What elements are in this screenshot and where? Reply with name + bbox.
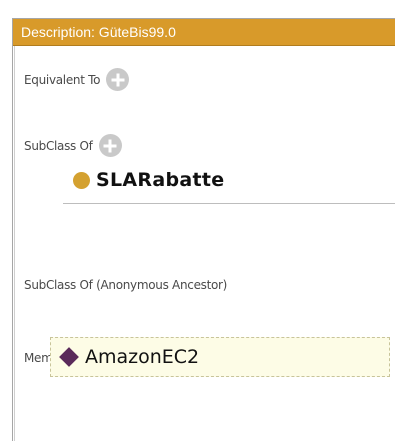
- individual-diamond-icon: [59, 347, 79, 367]
- subclass-of-section: SubClass Of: [24, 134, 122, 157]
- class-circle-icon: [73, 171, 90, 189]
- panel-body: Equivalent To SubClass Of SLARabatte Sub…: [14, 46, 395, 441]
- superclass-item[interactable]: SLARabatte: [73, 169, 224, 191]
- separator: [63, 203, 395, 204]
- anonymous-ancestor-label: SubClass Of (Anonymous Ancestor): [24, 278, 228, 292]
- subclass-of-label: SubClass Of: [24, 138, 93, 153]
- add-superclass-button[interactable]: [98, 134, 122, 157]
- panel-title: Description: GüteBis99.0: [13, 19, 395, 46]
- description-panel: Description: GüteBis99.0 Equivalent To S…: [12, 18, 395, 441]
- equivalent-to-section: Equivalent To: [24, 68, 130, 91]
- member-name: AmazonEC2: [85, 346, 200, 368]
- equivalent-to-label: Equivalent To: [24, 72, 101, 87]
- superclass-name: SLARabatte: [96, 169, 225, 191]
- anonymous-ancestor-section: SubClass Of (Anonymous Ancestor): [24, 278, 227, 292]
- add-equivalent-button[interactable]: [106, 68, 130, 91]
- member-item[interactable]: AmazonEC2: [50, 337, 390, 377]
